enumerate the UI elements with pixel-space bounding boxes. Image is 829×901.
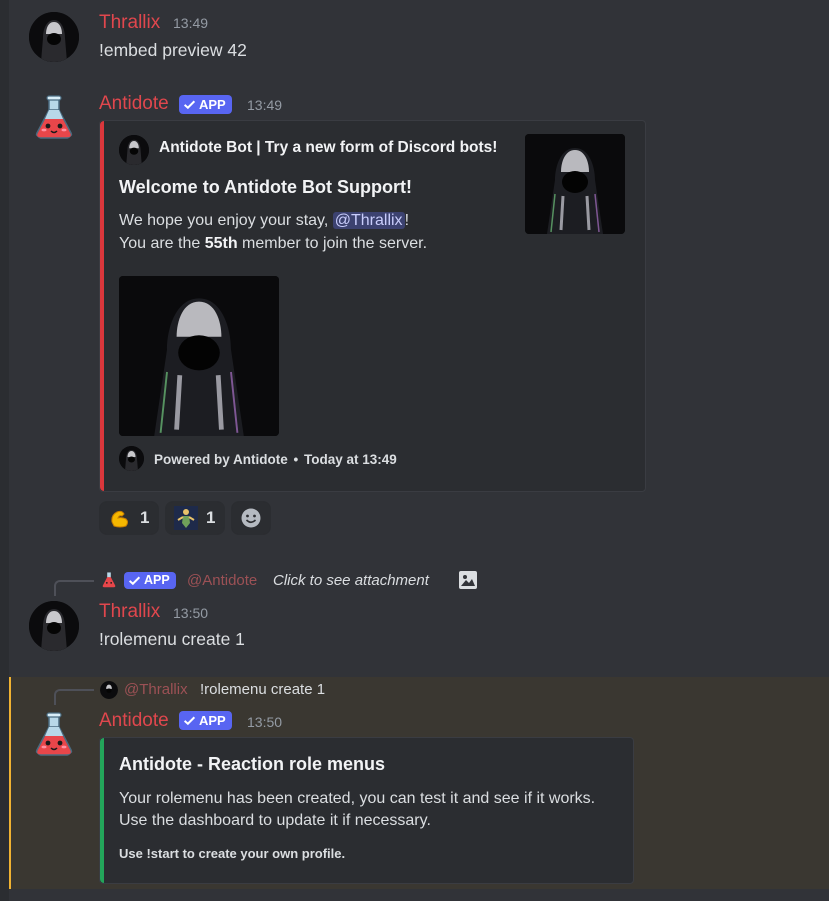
reply-preview-text[interactable]: !rolemenu create 1 — [200, 681, 325, 698]
app-badge-label: APP — [199, 97, 226, 112]
app-badge-label: APP — [199, 713, 226, 728]
mention-highlight-bar — [9, 677, 11, 889]
footer-separator: • — [293, 452, 299, 467]
message-timestamp: 13:49 — [247, 97, 283, 113]
bot-avatar[interactable] — [29, 93, 79, 143]
bot-avatar[interactable] — [29, 710, 79, 760]
text-fragment: member to join the server. — [237, 235, 428, 252]
embed-author-icon — [119, 135, 149, 165]
message-author[interactable]: Antidote — [99, 93, 169, 115]
message-content: !embed preview 42 — [99, 40, 247, 60]
message-content: !rolemenu create 1 — [99, 629, 245, 649]
smiley-add-icon — [241, 508, 261, 528]
embed-title: Antidote - Reaction role menus — [119, 754, 386, 774]
reaction-button[interactable]: 1 — [99, 501, 159, 535]
hooded-figure-image — [119, 276, 279, 436]
message-author[interactable]: Thrallix — [99, 12, 160, 34]
embed-footer: Powered by Antidote • Today at 13:49 — [154, 452, 397, 467]
reply-mention[interactable]: @Thrallix — [124, 681, 188, 698]
member-count: 55th — [204, 235, 238, 252]
reply-preview-text[interactable]: Click to see attachment — [273, 572, 429, 589]
hooded-figure-icon — [119, 446, 144, 471]
message-timestamp: 13:50 — [247, 714, 283, 730]
app-badge-label: APP — [144, 573, 170, 587]
message-author[interactable]: Thrallix — [99, 601, 160, 623]
embed-footer-text: Powered by Antidote — [154, 452, 288, 467]
left-sidebar-edge — [0, 0, 9, 901]
flask-mascot-icon — [35, 95, 73, 139]
hooded-figure-image — [525, 134, 625, 234]
image-attachment-icon — [459, 571, 477, 589]
flask-mascot-icon — [35, 712, 73, 756]
embed-author-name[interactable]: Antidote Bot | Try a new form of Discord… — [159, 139, 497, 157]
rolemenu-embed: Antidote - Reaction role menus Your role… — [99, 737, 634, 884]
app-badge: APP — [124, 572, 176, 589]
text-fragment: We hope you enjoy your stay, — [119, 212, 333, 229]
embed-description-line1: Your rolemenu has been created, you can … — [119, 790, 596, 807]
message-timestamp: 13:49 — [173, 15, 209, 31]
user-mention[interactable]: @Thrallix — [332, 212, 405, 229]
hooded-figure-icon — [100, 681, 118, 699]
message-author[interactable]: Antidote — [99, 710, 169, 732]
reply-spine — [54, 689, 94, 705]
checkmark-icon — [183, 716, 196, 726]
custom-sticker-icon — [174, 506, 198, 530]
embed-description-line1: We hope you enjoy your stay, @Thrallix! — [119, 212, 409, 230]
hooded-figure-icon — [29, 12, 79, 62]
app-badge: APP — [179, 711, 232, 730]
reaction-count: 1 — [140, 508, 150, 527]
embed-footer-text: Use !start to create your own profile. — [119, 846, 346, 861]
user-avatar[interactable] — [29, 601, 79, 651]
reply-spine — [54, 580, 94, 596]
embed-description-line2: Use the dashboard to update it if necess… — [119, 812, 431, 829]
reaction-button[interactable]: 1 — [165, 501, 225, 535]
embed-thumbnail[interactable] — [525, 134, 625, 234]
text-fragment: ! — [404, 212, 410, 229]
checkmark-icon — [128, 576, 141, 586]
embed-footer-time: Today at 13:49 — [304, 452, 397, 467]
app-badge: APP — [179, 95, 232, 114]
welcome-embed: Antidote Bot | Try a new form of Discord… — [99, 120, 646, 492]
embed-description-line2: You are the 55th member to join the serv… — [119, 235, 427, 253]
hooded-figure-icon — [29, 601, 79, 651]
embed-image[interactable] — [119, 276, 279, 436]
reply-mention[interactable]: @Antidote — [187, 572, 257, 589]
checkmark-icon — [183, 100, 196, 110]
embed-accent-bar — [100, 121, 104, 491]
reaction-count: 1 — [206, 508, 216, 527]
user-avatar[interactable] — [29, 12, 79, 62]
text-fragment: You are the — [119, 235, 205, 252]
flexed-bicep-icon — [111, 510, 128, 528]
flask-mascot-icon — [102, 572, 116, 588]
embed-footer-icon — [119, 446, 144, 471]
hooded-figure-icon — [119, 135, 149, 165]
add-reaction-button[interactable] — [231, 501, 271, 535]
embed-accent-bar — [100, 738, 104, 883]
message-timestamp: 13:50 — [173, 605, 209, 621]
embed-title: Welcome to Antidote Bot Support! — [119, 177, 412, 197]
